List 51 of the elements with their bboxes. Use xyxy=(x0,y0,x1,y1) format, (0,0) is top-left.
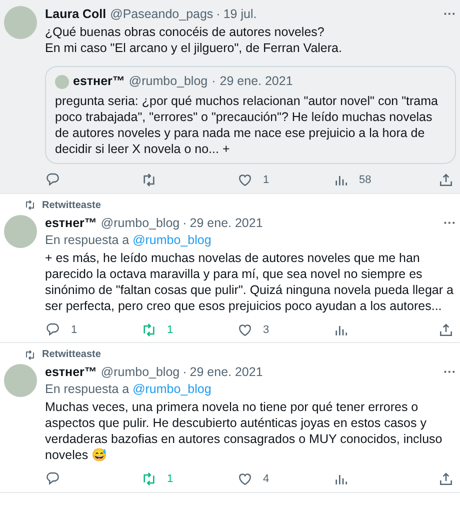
share-button[interactable] xyxy=(438,471,454,488)
tweet-date[interactable]: 19 jul. xyxy=(223,6,257,23)
retweet-icon xyxy=(24,199,36,211)
share-button[interactable] xyxy=(438,172,454,188)
retweet-label: Retwitteaste xyxy=(42,198,101,212)
tweet-text: + es más, he leído muchas novelas de autores noveles que me han parecido la octava maravilla y para mí, que sea novel no siempre es sinónimo de "faltan cosas que pulir". Quizá ninguna novela pueda llegar a ser perfecta, pero creo que esos prejuicios poco ayudan a los autores... xyxy=(45,250,454,314)
reply-icon xyxy=(45,322,61,338)
retweet-label: Retwitteaste xyxy=(42,348,101,362)
retweet-icon xyxy=(141,172,157,188)
share-icon xyxy=(438,172,454,188)
quoted-tweet[interactable] xyxy=(45,66,456,164)
share-icon xyxy=(438,471,454,488)
separator-dot: · xyxy=(182,364,187,381)
separator-dot: · xyxy=(182,214,187,232)
like-button[interactable]: 4 xyxy=(237,471,333,488)
tweet-text: Muchas veces, una primera novela no tiene por qué tener errores o aspectos que pulir. He descubierto auténticas joyas en estos casos y verdaderas bazofias en autores consagrados o MUY conocidos, incluso noveles 😅 xyxy=(45,399,444,463)
tweet-date: 29 ene. 2021 xyxy=(220,73,293,90)
tweet-date[interactable]: 29 ene. 2021 xyxy=(190,364,263,381)
author-name[interactable]: esтнer™ xyxy=(45,214,97,232)
like-button[interactable]: 1 xyxy=(237,172,333,188)
retweet-icon xyxy=(24,348,36,360)
more-options-button[interactable]: ··· xyxy=(444,6,456,23)
separator-dot: · xyxy=(216,6,220,23)
author-handle[interactable]: @rumbo_blog xyxy=(100,364,180,381)
retweet-icon xyxy=(141,471,157,488)
author-handle: @rumbo_blog xyxy=(128,73,208,90)
author-handle[interactable]: @rumbo_blog xyxy=(100,214,180,232)
heart-icon xyxy=(237,322,253,338)
more-options-button[interactable]: ··· xyxy=(444,214,456,232)
tweet-date[interactable]: 29 ene. 2021 xyxy=(190,214,263,232)
share-icon xyxy=(438,322,454,338)
more-options-button[interactable]: ··· xyxy=(444,364,456,381)
tweet-text: En mi caso "El arcano y el jilguero", de Ferran Valera. xyxy=(45,40,343,56)
reply-context: En respuesta a xyxy=(45,382,130,396)
author-name[interactable]: Laura Coll xyxy=(45,6,106,23)
like-button[interactable]: 3 xyxy=(237,322,333,338)
tweet-text: ¿Qué buenas obras conocéis de autores noveles? xyxy=(45,24,326,40)
author-handle[interactable]: @Paseando_pags xyxy=(110,6,214,23)
reply-icon xyxy=(45,471,61,488)
reply-button[interactable]: 1 xyxy=(45,322,141,338)
author-name: esтнer™ xyxy=(73,73,125,90)
views-button[interactable]: 58 xyxy=(333,172,429,188)
separator-dot: · xyxy=(212,73,216,90)
share-button[interactable] xyxy=(438,322,454,338)
reply-context: En respuesta a xyxy=(45,232,130,246)
quoted-text: pregunta seria: ¿por qué muchos relacionan "autor novel" con "trama poco trabajada", "errores" o "precaución"? He leído muchas novelas de autores noveles y para nada me nace ese prejuicio a la hora de decidir si leer X novela o no... + xyxy=(55,93,439,157)
reply-icon xyxy=(45,172,61,188)
author-name[interactable]: esтнer™ xyxy=(45,364,97,381)
retweet-icon xyxy=(141,322,157,338)
heart-icon xyxy=(237,471,253,488)
heart-icon xyxy=(237,172,253,188)
